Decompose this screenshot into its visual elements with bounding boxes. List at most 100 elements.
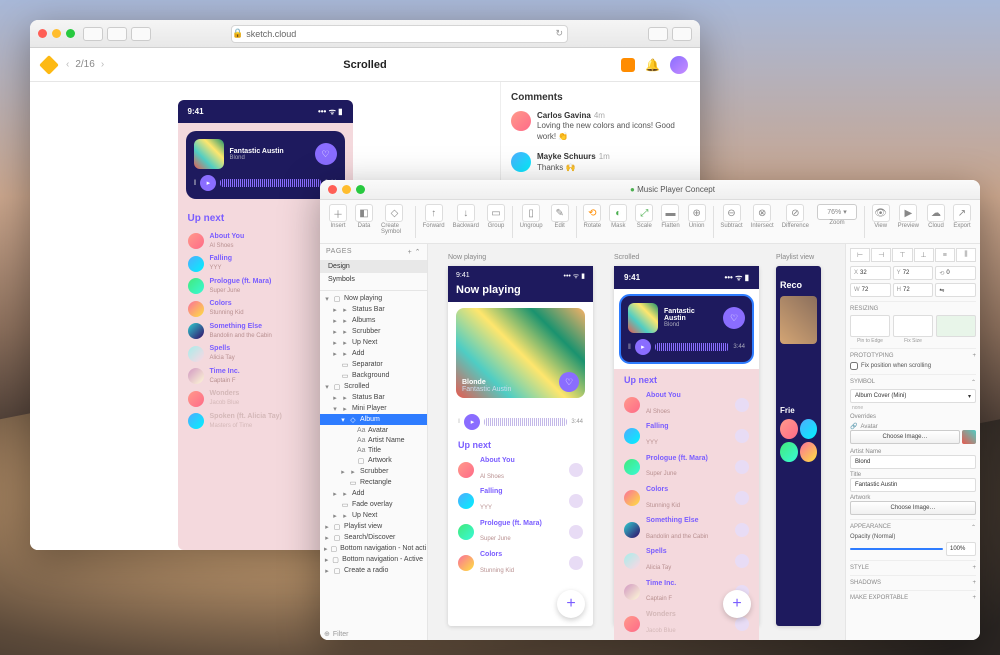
zoom-field[interactable]: 76% ▾ — [817, 204, 857, 220]
layer-artist-name[interactable]: AaArtist Name — [320, 435, 427, 445]
page-nav[interactable]: ‹2/16› — [66, 59, 104, 70]
share-button[interactable] — [648, 27, 668, 41]
song-artist: Blond — [230, 155, 309, 161]
sketch-titlebar[interactable]: ● Music Player Concept — [320, 180, 980, 200]
artboard-now-playing[interactable]: Now playing 9:41••• ᯤ ▮Now playing Blond… — [448, 266, 593, 626]
tool-export[interactable]: ↗Export — [950, 204, 974, 229]
tool-difference[interactable]: ⊘Difference — [779, 204, 812, 229]
layer-now-playing[interactable]: ▾▢Now playing — [320, 293, 427, 304]
bell-icon[interactable]: 🔔 — [645, 58, 660, 72]
layer-scrubber[interactable]: ▸▸Scrubber — [320, 326, 427, 337]
layer-separator[interactable]: ▭Separator — [320, 359, 427, 370]
layer-search-discover[interactable]: ▸▢Search/Discover — [320, 532, 427, 543]
comment[interactable]: Mayke Schuurs1mThanks 🙌 — [511, 152, 690, 173]
tool-insert[interactable]: ＋Insert — [326, 204, 350, 229]
filter-input[interactable]: Filter — [333, 631, 349, 638]
layer-rectangle[interactable]: ▭Rectangle — [320, 477, 427, 488]
tool-cloud[interactable]: ☁Cloud — [924, 204, 948, 229]
layer-artwork[interactable]: ▢Artwork — [320, 455, 427, 466]
layer-playlist-view[interactable]: ▸▢Playlist view — [320, 521, 427, 532]
tool-group[interactable]: ▭Group — [484, 204, 508, 229]
track-title: Colors — [480, 551, 563, 559]
tool-rotate[interactable]: ⟲Rotate — [580, 204, 604, 229]
minimize-button[interactable] — [52, 29, 61, 38]
tool-union[interactable]: ⊕Union — [685, 204, 709, 229]
tool-backward[interactable]: ↓Backward — [450, 204, 482, 229]
filter-icon[interactable]: ⊕ — [324, 630, 330, 638]
layer-album[interactable]: ▾◇Album — [320, 414, 427, 425]
comment[interactable]: Carlos Gavina4mLoving the new colors and… — [511, 111, 690, 142]
layer-title[interactable]: AaTitle — [320, 445, 427, 455]
tool-ungroup[interactable]: ▯Ungroup — [517, 204, 546, 229]
choose-image-button[interactable]: Choose Image… — [850, 430, 960, 444]
tool-data[interactable]: ◧Data — [352, 204, 376, 229]
layer-add[interactable]: ▸▸Add — [320, 348, 427, 359]
opacity-slider[interactable] — [850, 548, 943, 550]
page-design[interactable]: Design — [320, 260, 427, 273]
tool-intersect[interactable]: ⊗Intersect — [748, 204, 777, 229]
fix-size[interactable] — [893, 315, 933, 337]
tool-forward[interactable]: ↑Forward — [420, 204, 448, 229]
maximize-button[interactable] — [356, 185, 365, 194]
opacity-value[interactable]: 100% — [946, 542, 976, 556]
layer-up-next[interactable]: ▸▸Up Next — [320, 510, 427, 521]
pin-edge[interactable] — [850, 315, 890, 337]
heart-icon: ♡ — [315, 143, 337, 165]
safari-titlebar[interactable]: 🔒sketch.cloud↻ — [30, 20, 700, 48]
track-avatar — [458, 493, 474, 509]
layer-status-bar[interactable]: ▸▸Status Bar — [320, 304, 427, 315]
tool-edit[interactable]: ✎Edit — [548, 204, 572, 229]
tool-create-symbol[interactable]: ◇Create Symbol — [378, 204, 411, 235]
height[interactable]: H72 — [893, 283, 934, 297]
tool-scale[interactable]: ⤢Scale — [632, 204, 656, 229]
title-override[interactable]: Fantastic Austin — [850, 478, 976, 492]
minimize-button[interactable] — [342, 185, 351, 194]
artboard-scrolled[interactable]: Scrolled 9:41••• ᯤ ▮ Fantastic AustinBlo… — [614, 266, 759, 626]
pos-x[interactable]: X32 — [850, 266, 891, 280]
track-more-button — [735, 617, 749, 631]
artboard-playlist-view[interactable]: Playlist view Reco Frie — [776, 266, 821, 626]
close-button[interactable] — [38, 29, 47, 38]
close-button[interactable] — [328, 185, 337, 194]
layer-fade-overlay[interactable]: ▭Fade overlay — [320, 499, 427, 510]
prev-icon: ‖ — [194, 180, 197, 187]
layer-avatar[interactable]: AaAvatar — [320, 425, 427, 435]
layer-bottom-navigation-active[interactable]: ▸▢Bottom navigation - Active — [320, 554, 427, 565]
forward-button[interactable] — [107, 27, 127, 41]
layer-up-next[interactable]: ▸▸Up Next — [320, 337, 427, 348]
tool-subtract[interactable]: ⊖Subtract — [717, 204, 745, 229]
notification-badge[interactable] — [621, 58, 635, 72]
layer-scrolled[interactable]: ▾▢Scrolled — [320, 381, 427, 392]
canvas[interactable]: Now playing 9:41••• ᯤ ▮Now playing Blond… — [428, 244, 845, 640]
rotate[interactable]: ⟲0 — [935, 266, 976, 280]
tool-view[interactable]: 👁View — [869, 204, 893, 229]
width[interactable]: W72 — [850, 283, 891, 297]
add-page-icon[interactable]: + ⌃ — [408, 248, 421, 256]
back-button[interactable] — [83, 27, 103, 41]
choose-artwork-button[interactable]: Choose Image… — [850, 501, 976, 515]
url-bar[interactable]: 🔒sketch.cloud↻ — [231, 25, 568, 43]
sidebar-button[interactable] — [131, 27, 151, 41]
tabs-button[interactable] — [672, 27, 692, 41]
tool-flatten[interactable]: ▬Flatten — [658, 204, 682, 229]
layer-status-bar[interactable]: ▸▸Status Bar — [320, 392, 427, 403]
layer-mini-player[interactable]: ▾▸Mini Player — [320, 403, 427, 414]
symbol-select[interactable]: Album Cover (Mini)▾ — [850, 389, 976, 403]
align-left[interactable]: ⊢ — [850, 248, 870, 262]
user-avatar[interactable] — [670, 56, 688, 74]
layer-scrubber[interactable]: ▸▸Scrubber — [320, 466, 427, 477]
fix-scroll-checkbox[interactable]: Fix position when scrolling — [850, 362, 976, 370]
page-symbols[interactable]: Symbols — [320, 273, 427, 286]
layer-bottom-navigation-not-acti-[interactable]: ▸▢Bottom navigation - Not acti… — [320, 543, 427, 554]
artist-override[interactable]: Blond — [850, 455, 976, 469]
tool-mask[interactable]: ◐Mask — [606, 204, 630, 229]
track-title: About You — [646, 392, 729, 400]
layer-albums[interactable]: ▸▸Albums — [320, 315, 427, 326]
maximize-button[interactable] — [66, 29, 75, 38]
layer-add[interactable]: ▸▸Add — [320, 488, 427, 499]
track-artist: Captain F — [210, 378, 236, 384]
layer-create-a-radio[interactable]: ▸▢Create a radio — [320, 565, 427, 576]
layer-background[interactable]: ▭Background — [320, 370, 427, 381]
tool-preview[interactable]: ▶Preview — [895, 204, 922, 229]
pos-y[interactable]: Y72 — [893, 266, 934, 280]
